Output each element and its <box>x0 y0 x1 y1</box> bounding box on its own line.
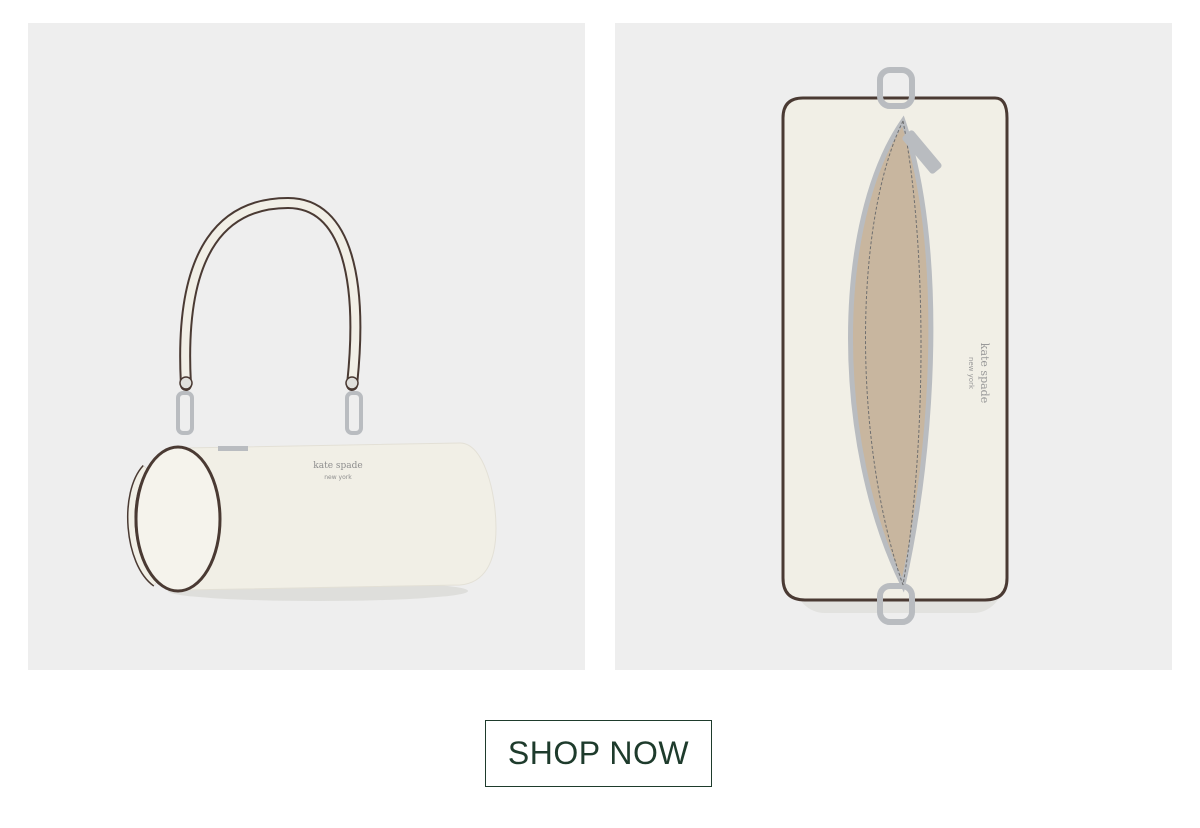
right-chain-link <box>345 391 363 435</box>
barrel-bag-side-illustration: kate spade new york <box>126 196 497 601</box>
right-rivet <box>345 376 359 390</box>
bag-logo-line2: new york <box>324 474 352 481</box>
product-image-top[interactable]: kate spade new york <box>615 23 1172 670</box>
bag-logo-line2: new york <box>967 357 975 390</box>
bag-logo-line1: kate spade <box>978 343 991 403</box>
zipper-pull <box>218 446 248 451</box>
shop-now-label: SHOP NOW <box>507 735 690 771</box>
left-rivet <box>179 376 193 390</box>
bag-logo-line1: kate spade <box>313 461 362 471</box>
left-chain-link <box>176 391 194 435</box>
product-image-side[interactable]: kate spade new york <box>28 23 585 670</box>
barrel-bag-top-illustration: kate spade new york <box>781 67 1009 625</box>
bag-end-cap <box>134 445 222 593</box>
strap-edge <box>179 196 362 391</box>
shop-now-button[interactable]: SHOP NOW <box>485 720 712 787</box>
